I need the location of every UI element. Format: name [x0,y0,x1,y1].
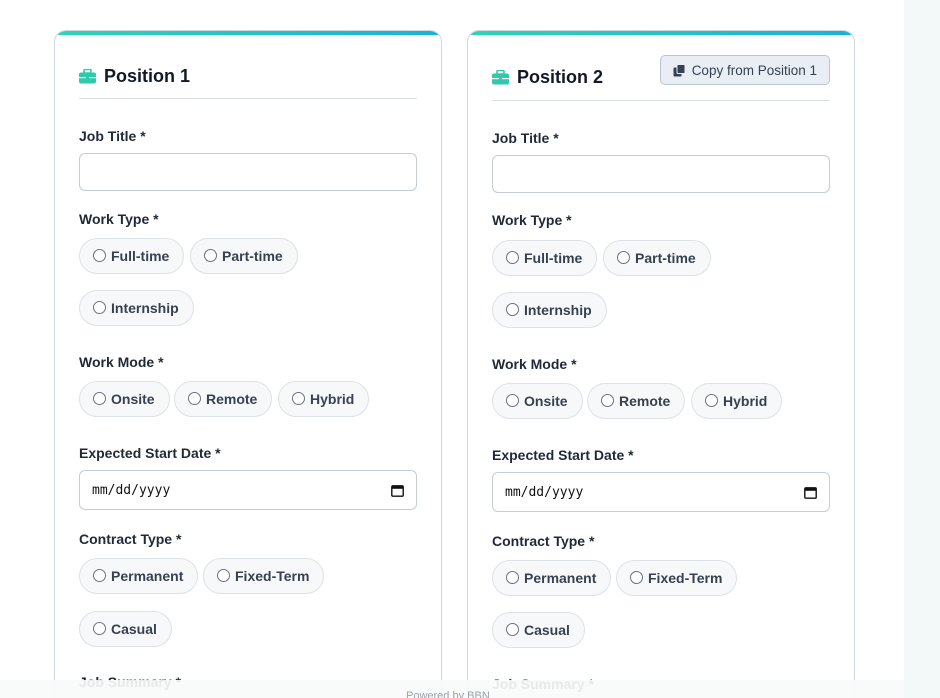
radio-button[interactable] [93,248,106,262]
footer-text: Powered by BBN [406,690,490,698]
start-date-input[interactable]: mm/dd/yyyy [492,472,830,512]
job-title-input[interactable] [79,153,417,191]
contract-type-option-permanent[interactable]: Permanent [79,558,199,594]
work-type-label: Work Type * [492,212,572,228]
option-label: Fixed-Term [235,568,310,584]
page: Position 1 Job Title * Work Type * Full-… [0,0,904,698]
date-placeholder: mm/dd/yyyy [505,484,584,500]
position-title: Position 1 [104,66,191,86]
radio-button[interactable] [93,621,106,635]
radio-button[interactable] [506,570,519,584]
option-label: Full-time [111,248,170,264]
briefcase-icon [79,69,96,84]
start-date-input[interactable]: mm/dd/yyyy [79,470,417,510]
option-label: Onsite [111,391,155,407]
start-date-label: Expected Start Date * [492,447,634,463]
position-2-header: Position 2 Copy from Position 1 [492,55,830,101]
work-type-option-internship[interactable]: Internship [79,290,194,326]
radio-button[interactable] [601,393,614,407]
work-mode-label: Work Mode * [492,356,577,372]
option-label: Casual [111,621,157,637]
radio-button[interactable] [705,393,718,407]
start-date-label: Expected Start Date * [79,445,221,461]
contract-type-label: Contract Type * [492,533,595,549]
contract-type-option-casual[interactable]: Casual [79,611,172,647]
option-label: Casual [524,622,570,638]
option-label: Part-time [635,250,696,266]
option-label: Internship [111,300,179,316]
position-1-card: Position 1 Job Title * Work Type * Full-… [54,30,442,698]
work-mode-option-hybrid[interactable]: Hybrid [278,381,370,417]
briefcase-icon [492,70,509,85]
work-type-option-internship[interactable]: Internship [492,292,607,328]
radio-button[interactable] [617,250,630,264]
option-label: Internship [524,302,592,318]
contract-type-label: Contract Type * [79,531,182,547]
job-title-label: Job Title * [492,130,559,146]
radio-button[interactable] [506,393,519,407]
radio-button[interactable] [506,302,519,316]
option-label: Remote [619,393,671,409]
radio-button[interactable] [93,300,106,314]
work-type-option-full-time[interactable]: Full-time [492,240,598,276]
radio-button[interactable] [292,391,305,405]
work-type-label: Work Type * [79,211,159,227]
radio-button[interactable] [93,568,106,582]
copy-icon [673,63,686,76]
position-title: Position 2 [517,67,604,87]
radio-button[interactable] [630,570,643,584]
radio-button[interactable] [204,248,217,262]
copy-from-position-1-button[interactable]: Copy from Position 1 [659,55,830,85]
radio-button[interactable] [506,622,519,636]
option-label: Permanent [524,570,597,586]
radio-button[interactable] [217,568,230,582]
copy-button-label: Copy from Position 1 [691,62,817,78]
option-label: Hybrid [723,393,768,409]
position-1-header: Position 1 [79,55,417,99]
work-mode-option-onsite[interactable]: Onsite [492,383,583,419]
radio-button[interactable] [188,391,201,405]
option-label: Full-time [524,250,583,266]
job-title-input[interactable] [492,155,830,193]
option-label: Remote [206,391,258,407]
contract-type-option-fixed-term[interactable]: Fixed-Term [616,560,738,596]
contract-type-option-casual[interactable]: Casual [492,612,585,648]
work-type-option-part-time[interactable]: Part-time [603,240,711,276]
option-label: Fixed-Term [648,570,723,586]
date-placeholder: mm/dd/yyyy [92,482,171,498]
radio-button[interactable] [506,250,519,264]
work-mode-option-remote[interactable]: Remote [174,381,273,417]
work-mode-option-onsite[interactable]: Onsite [79,381,170,417]
job-title-label: Job Title * [79,128,146,144]
right-gutter [904,0,940,698]
contract-type-option-fixed-term[interactable]: Fixed-Term [203,558,325,594]
work-type-option-part-time[interactable]: Part-time [190,238,298,274]
option-label: Permanent [111,568,184,584]
option-label: Part-time [222,248,283,264]
work-mode-option-remote[interactable]: Remote [587,383,686,419]
option-label: Onsite [524,393,568,409]
position-2-card: Position 2 Copy from Position 1 Job Titl… [467,30,855,698]
contract-type-option-permanent[interactable]: Permanent [492,560,612,596]
radio-button[interactable] [93,391,106,405]
calendar-icon[interactable] [391,484,404,497]
work-type-option-full-time[interactable]: Full-time [79,238,185,274]
work-mode-option-hybrid[interactable]: Hybrid [691,383,783,419]
option-label: Hybrid [310,391,355,407]
calendar-icon[interactable] [804,486,817,499]
work-mode-label: Work Mode * [79,354,164,370]
